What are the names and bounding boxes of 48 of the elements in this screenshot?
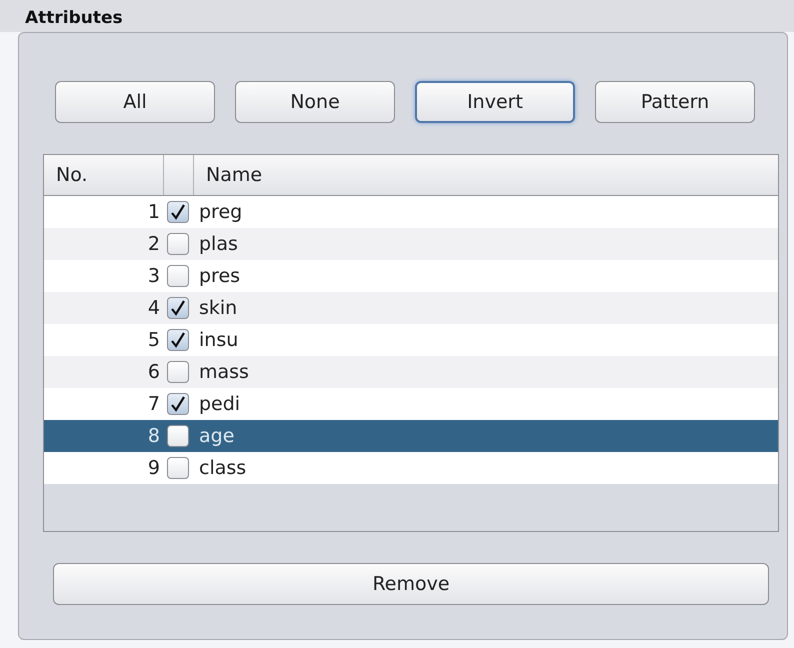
check-icon (170, 300, 186, 316)
table-row[interactable]: 7 pedi (44, 388, 778, 420)
row-number: 9 (146, 456, 160, 481)
attribute-name: class (199, 456, 246, 481)
row-checkbox[interactable] (167, 201, 189, 223)
section-title: Attributes (25, 8, 123, 28)
attribute-name: age (199, 424, 234, 449)
action-button[interactable]: Remove (53, 563, 769, 605)
row-number: 5 (146, 328, 160, 353)
action-button[interactable]: Invert (415, 81, 575, 123)
row-checkbox[interactable] (167, 425, 189, 447)
column-header[interactable]: Name (194, 155, 778, 195)
table-row[interactable]: 8 age (44, 420, 778, 452)
attribute-name: skin (199, 296, 238, 321)
attribute-name: insu (199, 328, 238, 353)
row-number: 7 (146, 392, 160, 417)
row-number: 6 (146, 360, 160, 385)
action-button[interactable]: None (235, 81, 395, 123)
attribute-name: mass (199, 360, 249, 385)
row-checkbox[interactable] (167, 265, 189, 287)
check-icon (170, 332, 186, 348)
attribute-name: plas (199, 232, 238, 257)
action-button[interactable]: All (55, 81, 215, 123)
table-row[interactable]: 3 pres (44, 260, 778, 292)
attribute-name: pedi (199, 392, 240, 417)
row-number: 4 (146, 296, 160, 321)
table-row[interactable]: 4 skin (44, 292, 778, 324)
table-row[interactable]: 5 insu (44, 324, 778, 356)
column-header[interactable]: No. (44, 155, 164, 195)
row-number: 1 (146, 200, 160, 225)
row-checkbox[interactable] (167, 233, 189, 255)
row-checkbox[interactable] (167, 297, 189, 319)
row-checkbox[interactable] (167, 457, 189, 479)
row-number: 2 (146, 232, 160, 257)
row-number: 3 (146, 264, 160, 289)
row-checkbox[interactable] (167, 329, 189, 351)
check-icon (170, 396, 186, 412)
row-checkbox[interactable] (167, 393, 189, 415)
attribute-name: pres (199, 264, 240, 289)
table-row[interactable]: 6 mass (44, 356, 778, 388)
row-number: 8 (146, 424, 160, 449)
attribute-name: preg (199, 200, 242, 225)
table-row[interactable]: 2 plas (44, 228, 778, 260)
check-icon (170, 204, 186, 220)
row-checkbox[interactable] (167, 361, 189, 383)
table-row[interactable]: 1 preg (44, 196, 778, 228)
action-button[interactable]: Pattern (595, 81, 755, 123)
table-row[interactable]: 9 class (44, 452, 778, 484)
